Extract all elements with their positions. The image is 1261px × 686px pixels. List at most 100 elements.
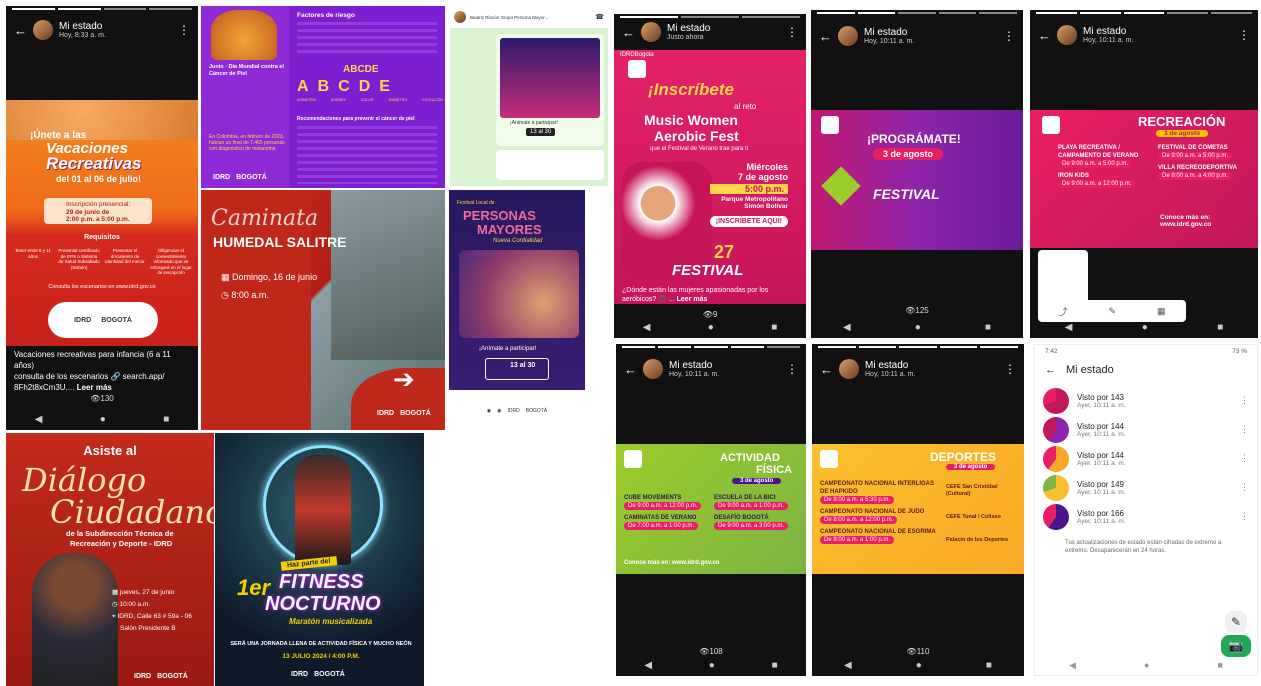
status-viewer-vacaciones: ← Mi estado Hoy, 8:33 a. m. ⋮ ¡Únete a la… [6,6,198,430]
recreacion-title: RECREACIÓN [1138,114,1226,129]
contact-avatar [454,11,466,23]
view-count[interactable]: 👁125 [811,306,1023,315]
nav-home-icon[interactable]: ● [915,322,921,333]
back-arrow-icon[interactable]: ← [1045,364,1056,376]
back-arrow-icon[interactable]: ← [819,29,832,44]
status-header: ← Mi estado Hoy, 10:11 a. m. ⋮ [616,344,806,394]
nav-home-icon[interactable]: ● [1142,322,1148,333]
back-arrow-icon[interactable]: ← [622,25,635,40]
nav-recent-icon[interactable]: ■ [1217,322,1223,333]
pencil-icon[interactable]: ✎ [1225,611,1247,633]
nav-back-icon[interactable]: ◀ [644,660,652,671]
dialogo-hour: 10:00 a.m. [119,601,151,608]
nav-recent-icon[interactable]: ■ [986,660,992,671]
status-time: Ayer, 10:11 a. m. [1077,459,1126,467]
call-icon[interactable]: ☎ [595,13,604,21]
back-arrow-icon[interactable]: ← [820,362,833,377]
nav-recent-icon[interactable]: ■ [163,414,169,425]
status-row[interactable]: Visto por 149 Ayer, 10:11 a. m. ⋮ [1035,473,1257,502]
nav-back-icon[interactable]: ◀ [1065,322,1073,333]
festival-logo [1042,116,1060,134]
aerobic-day: Miércoles [746,162,788,172]
status-row[interactable]: Visto por 166 Ayer, 10:11 a. m. ⋮ [1035,502,1257,531]
more-vert-icon[interactable]: ⋮ [1240,395,1249,406]
nav-recent-icon[interactable]: ■ [1218,660,1223,671]
view-count-value: 125 [915,306,929,315]
poster-dialogo: Asiste al Diálogo Ciudadano de la Subdir… [6,433,214,686]
requisitos-title: Requisitos [84,234,120,241]
nav-home-icon[interactable]: ● [708,322,714,333]
idrd-logo: IDRD [507,408,520,414]
nav-back-icon[interactable]: ◀ [1069,660,1076,671]
status-time: Ayer, 10:11 a. m. [1077,401,1126,409]
contact-name[interactable]: Beatriz Rincón Grupo Persona Mayor... [470,15,548,20]
status-row[interactable]: Visto por 143 Ayer, 10:11 a. m. ⋮ [1035,386,1257,415]
more-vert-icon[interactable]: ⋮ [1240,424,1249,435]
pencil-icon[interactable]: ✎ [1108,306,1116,317]
pm-line4: Nueva Cordialidad [493,238,543,244]
nav-back-icon[interactable]: ◀ [843,322,851,333]
poster-actividad: ACTIVIDAD FÍSICA 3 de agosto CUBE MOVEME… [616,444,806,574]
inscribete-button[interactable]: ¡INSCRÍBETE AQUÍ! [709,216,788,227]
poster-vacaciones: ¡Únete a las Vacaciones Recreativas del … [6,100,198,346]
nav-back-icon[interactable]: ◀ [643,322,651,333]
nav-home-icon[interactable]: ● [100,414,106,425]
aerobic-place: Parque Metropolitano [721,196,788,203]
nav-back-icon[interactable]: ◀ [35,414,43,425]
more-vert-icon[interactable]: ⋮ [1240,453,1249,464]
nav-back-icon[interactable]: ◀ [844,660,852,671]
more-vert-icon[interactable]: ⋮ [1003,29,1015,43]
nav-home-icon[interactable]: ● [709,660,715,671]
battery: 73 % [1232,348,1247,355]
festival-logo [624,450,642,468]
caminata-subtitle: HUMEDAL SALITRE [213,234,347,250]
chat-days: 13 al 30 [530,129,552,135]
event-name: CUBE MOVEMENTS [624,495,682,501]
status-time: Ayer, 10:11 a. m. [1077,488,1126,496]
caminata-logos: IDRD BOGOTÁ [377,410,431,417]
back-arrow-icon[interactable]: ← [14,23,27,38]
caption-line2[interactable]: consulta de los escenarios 🔗 search.app/ [14,371,190,382]
pm-days: 13 al 30 [510,362,536,369]
status-row[interactable]: Visto por 144 Ayer, 10:11 a. m. ⋮ [1035,444,1257,473]
pm-line3: MAYORES [477,222,542,237]
pm-line2: PERSONAS [463,208,536,223]
abcde-letters: ABCDE [297,78,390,96]
chat-image[interactable] [500,38,600,118]
avatar [838,26,858,46]
back-arrow-icon[interactable]: ← [1038,28,1051,43]
nav-recent-icon[interactable]: ■ [985,322,991,333]
poster-personas-mayores: Festival Local de PERSONAS MAYORES Nueva… [449,190,585,390]
more-vert-icon[interactable]: ⋮ [178,23,190,37]
nav-home-icon[interactable]: ● [916,660,922,671]
idrd-logo: IDRD [134,673,152,680]
nav-recent-icon[interactable]: ■ [772,660,778,671]
word-b: BORDES [331,98,346,102]
avatar [33,20,53,40]
more-vert-icon[interactable]: ⋮ [1238,28,1250,42]
more-vert-icon[interactable]: ⋮ [1240,511,1249,522]
more-vert-icon[interactable]: ⋮ [786,25,798,39]
grid-icon[interactable]: ▦ [1157,306,1166,317]
pm-photo [459,250,579,338]
status-owner: Mi estado [1083,26,1127,37]
nav-recent-icon[interactable]: ■ [771,322,777,333]
insc-line1: Inscripción presencial: [66,201,131,208]
more-vert-icon[interactable]: ⋮ [1004,362,1016,376]
back-arrow-icon[interactable]: ← [624,362,637,377]
status-row[interactable]: Visto por 144 Ayer, 10:11 a. m. ⋮ [1035,415,1257,444]
more-vert-icon[interactable]: ⋮ [786,362,798,376]
bogota-logo: BOGOTÁ [101,316,132,324]
more-vert-icon[interactable]: ⋮ [1240,482,1249,493]
status-viewer-recreacion: ← Mi estado Hoy, 10:11 a. m. ⋮ RECREACIÓN… [1030,10,1258,338]
nav-home-icon[interactable]: ● [1144,660,1149,671]
view-count[interactable]: 👁130 [6,394,198,403]
status-viewer-aerobic: ← Mi estado Justo ahora ⋮ IDRDBogota ¡Ins… [614,14,806,338]
poster-deportes: DEPORTES 3 de agosto CAMPEONATO NACIONAL… [812,444,1024,574]
read-more-link[interactable]: Leer más [77,383,112,392]
camera-icon[interactable]: 📷 [1221,635,1251,657]
aerobic-hour: 5:00 p.m. [709,184,788,194]
read-more-link[interactable]: Leer más [677,296,708,303]
festival-title: FESTIVAL [672,262,744,279]
eye-icon: 👁 [905,306,916,315]
